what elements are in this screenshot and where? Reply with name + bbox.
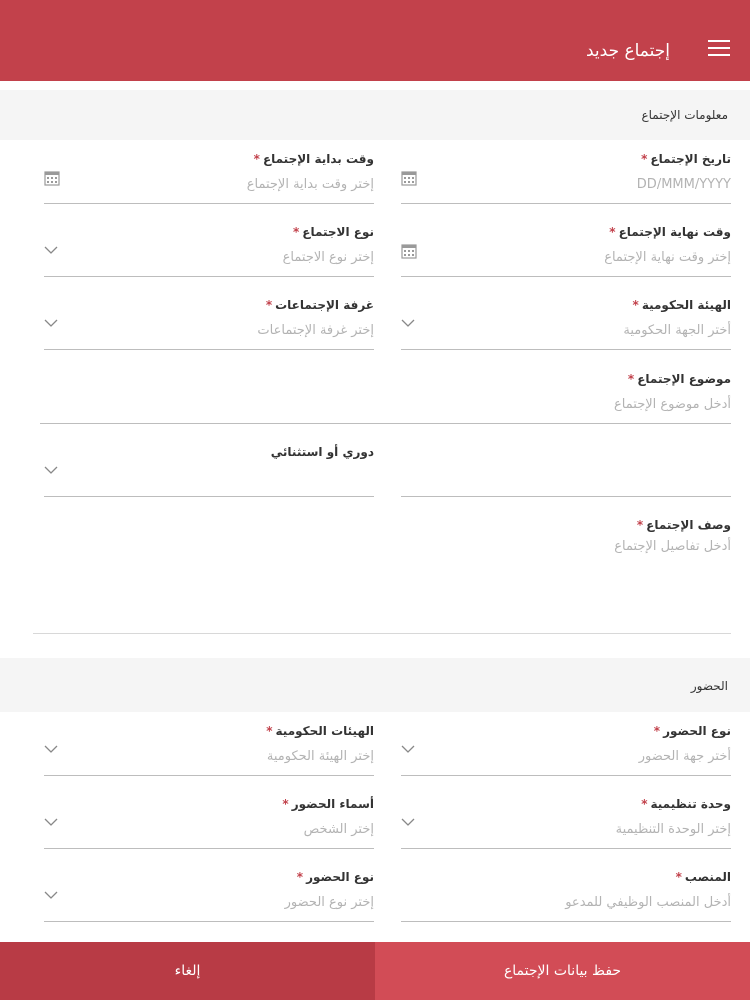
app-header: إجتماع جديد: [0, 0, 750, 81]
chevron-down-icon[interactable]: [44, 466, 58, 474]
cancel-button[interactable]: إلغاء: [0, 942, 375, 1000]
calendar-icon[interactable]: [44, 170, 60, 186]
position-label: المنصب*: [675, 870, 731, 884]
attendee-names-select[interactable]: أسماء الحضور* إختر الشخص: [44, 797, 374, 849]
meeting-room-label: غرفة الإجتماعات*: [265, 298, 374, 312]
meeting-date-field[interactable]: تاريخ الإجتماع* DD/MMM/YYYY: [401, 152, 731, 204]
attendance-type-input[interactable]: أختر جهة الحضور: [639, 749, 731, 764]
meeting-date-label: تاريخ الإجتماع*: [641, 152, 731, 166]
attendance-type-2-select[interactable]: نوع الحضور* إختر نوع الحضور: [44, 870, 374, 922]
start-time-field[interactable]: وقت بداية الإجتماع* إختر وقت بداية الإجت…: [44, 152, 374, 204]
section-header-meeting-info: معلومات الإجتماع: [0, 90, 750, 140]
calendar-icon[interactable]: [401, 170, 417, 186]
position-underline: [401, 921, 731, 922]
gov-entities-select[interactable]: الهيئات الحكومية* إختر الهيئة الحكومية: [44, 724, 374, 776]
gov-entities-input[interactable]: إختر الهيئة الحكومية: [267, 749, 374, 764]
attendee-names-input[interactable]: إختر الشخص: [304, 822, 374, 837]
chevron-down-icon[interactable]: [44, 891, 58, 899]
meeting-room-underline: [44, 349, 374, 350]
meeting-description-underline: [33, 633, 731, 634]
attendee-names-label: أسماء الحضور*: [282, 797, 374, 811]
gov-entity-label: الهيئة الحكومية*: [632, 298, 731, 312]
gov-entity-select[interactable]: الهيئة الحكومية* أختر الجهة الحكومية: [401, 298, 731, 350]
attendance-type-label: نوع الحضور*: [653, 724, 731, 738]
meeting-description-input[interactable]: أدخل تفاصيل الإجتماع: [614, 539, 731, 554]
attendee-names-underline: [44, 848, 374, 849]
gov-entity-underline: [401, 349, 731, 350]
chevron-down-icon[interactable]: [44, 745, 58, 753]
chevron-down-icon[interactable]: [44, 246, 58, 254]
start-time-label: وقت بداية الإجتماع*: [253, 152, 374, 166]
attendance-type-2-input[interactable]: إختر نوع الحضور: [285, 895, 374, 910]
periodic-underline: [44, 496, 374, 497]
periodic-select[interactable]: دوري أو استثنائي: [44, 445, 374, 497]
hamburger-menu-icon[interactable]: [708, 40, 730, 57]
meeting-subject-input[interactable]: أدخل موضوع الإجتماع: [614, 397, 731, 412]
calendar-icon[interactable]: [401, 243, 417, 259]
footer-actions: إلغاء حفظ بيانات الإجتماع: [0, 942, 750, 1000]
gov-entities-label: الهيئات الحكومية*: [266, 724, 374, 738]
section-header-attendance: الحضور: [0, 658, 750, 712]
chevron-down-icon[interactable]: [401, 319, 415, 327]
attendance-type-2-label: نوع الحضور*: [296, 870, 374, 884]
org-unit-input[interactable]: إختر الوحدة التنظيمية: [616, 822, 731, 837]
end-time-label: وقت نهاية الإجتماع*: [609, 225, 731, 239]
section-title-attendance: الحضور: [690, 679, 728, 693]
end-time-field[interactable]: وقت نهاية الإجتماع* إختر وقت نهاية الإجت…: [401, 225, 731, 277]
meeting-subject-label: موضوع الإجتماع*: [627, 372, 731, 386]
meeting-subject-underline: [40, 423, 731, 424]
chevron-down-icon[interactable]: [401, 818, 415, 826]
chevron-down-icon[interactable]: [44, 818, 58, 826]
end-time-input[interactable]: إختر وقت نهاية الإجتماع: [604, 250, 731, 265]
page-title: إجتماع جديد: [585, 41, 670, 61]
meeting-type-input[interactable]: إختر نوع الاجتماع: [283, 250, 374, 265]
periodic-label: دوري أو استثنائي: [270, 445, 374, 459]
meeting-description-field[interactable]: وصف الإجتماع* أدخل تفاصيل الإجتماع: [33, 518, 731, 634]
org-unit-select[interactable]: وحدة تنظيمية* إختر الوحدة التنظيمية: [401, 797, 731, 849]
position-field[interactable]: المنصب* أدخل المنصب الوظيفي للمدعو: [401, 870, 731, 922]
gov-entities-underline: [44, 775, 374, 776]
meeting-type-label: نوع الاجتماع*: [292, 225, 374, 239]
meeting-date-input[interactable]: DD/MMM/YYYY: [637, 177, 731, 192]
start-time-input[interactable]: إختر وقت بداية الإجتماع: [247, 177, 374, 192]
chevron-down-icon[interactable]: [44, 319, 58, 327]
org-unit-label: وحدة تنظيمية*: [641, 797, 731, 811]
meeting-date-underline: [401, 203, 731, 204]
meeting-type-underline: [44, 276, 374, 277]
start-time-underline: [44, 203, 374, 204]
section-title-meeting-info: معلومات الإجتماع: [641, 108, 728, 122]
position-input[interactable]: أدخل المنصب الوظيفي للمدعو: [565, 895, 731, 910]
meeting-room-input[interactable]: إختر غرفة الإجتماعات: [257, 323, 374, 338]
save-meeting-button[interactable]: حفظ بيانات الإجتماع: [375, 942, 750, 1000]
attendance-type-2-underline: [44, 921, 374, 922]
meeting-subject-field[interactable]: موضوع الإجتماع* أدخل موضوع الإجتماع: [40, 372, 731, 424]
empty-field[interactable]: [401, 445, 731, 497]
meeting-description-label: وصف الإجتماع*: [636, 518, 731, 532]
end-time-underline: [401, 276, 731, 277]
meeting-type-select[interactable]: نوع الاجتماع* إختر نوع الاجتماع: [44, 225, 374, 277]
empty-field-underline: [401, 496, 731, 497]
attendance-type-underline: [401, 775, 731, 776]
gov-entity-input[interactable]: أختر الجهة الحكومية: [623, 323, 731, 338]
org-unit-underline: [401, 848, 731, 849]
chevron-down-icon[interactable]: [401, 745, 415, 753]
attendance-type-select[interactable]: نوع الحضور* أختر جهة الحضور: [401, 724, 731, 776]
meeting-room-select[interactable]: غرفة الإجتماعات* إختر غرفة الإجتماعات: [44, 298, 374, 350]
